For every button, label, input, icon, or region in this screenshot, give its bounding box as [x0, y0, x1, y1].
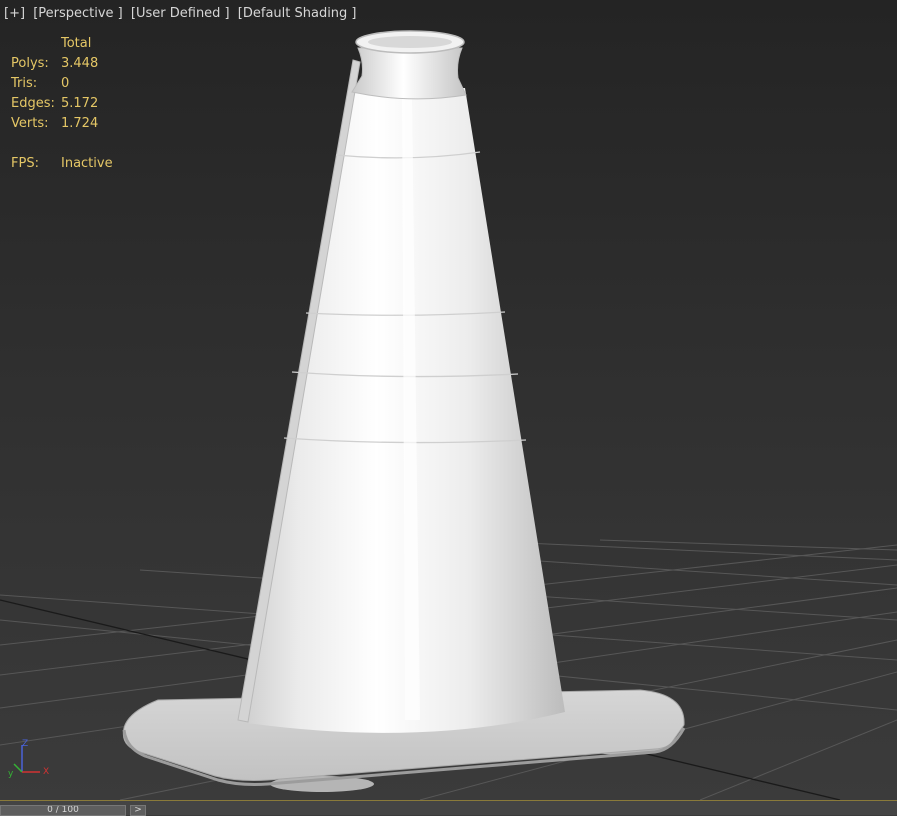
axis-z-label: Z — [22, 739, 28, 749]
viewport-shading-menu[interactable]: [Default Shading ] — [238, 6, 357, 21]
stats-value: 1.724 — [61, 116, 99, 131]
stats-label: Polys: — [11, 56, 49, 71]
viewport-view-menu[interactable]: [Perspective ] — [33, 6, 123, 21]
stats-row-polys: Polys: 3.448 — [11, 54, 113, 74]
stats-row-edges: Edges: 5.172 — [11, 94, 113, 114]
stats-header: Total — [61, 36, 92, 51]
statistics-overlay: Total Polys: 3.448 Tris: 0 Edges: 5.172 … — [11, 34, 113, 174]
stats-row-tris: Tris: 0 — [11, 74, 113, 94]
fps-label: FPS: — [11, 156, 39, 171]
stats-row-verts: Verts: 1.724 — [11, 114, 113, 134]
axis-x-label: X — [43, 767, 49, 777]
stats-value: 5.172 — [61, 96, 99, 111]
stats-label: Edges: — [11, 96, 55, 111]
viewport-label-menu: [+] [Perspective ] [User Defined ] [Defa… — [4, 6, 361, 21]
time-slider[interactable]: 0 / 100 — [0, 805, 126, 816]
stats-label: Tris: — [11, 76, 38, 91]
viewport-mode-menu[interactable]: [User Defined ] — [131, 6, 230, 21]
cone-neck — [351, 47, 467, 100]
fps-value: Inactive — [61, 156, 113, 171]
cone-top-opening — [368, 36, 452, 48]
timeline-bar: 0 / 100 > — [0, 800, 897, 816]
next-frame-button[interactable]: > — [130, 805, 146, 816]
stats-value: 3.448 — [61, 56, 99, 71]
stats-row-fps: FPS: Inactive — [11, 154, 113, 174]
traffic-cone-model[interactable] — [122, 30, 686, 792]
stats-value: 0 — [61, 76, 70, 91]
perspective-viewport[interactable]: Z y X [+] [Perspective ] [User Defined ]… — [0, 0, 897, 800]
axis-tripod: Z y X — [8, 739, 49, 779]
stats-label: Verts: — [11, 116, 49, 131]
viewport-plus-menu[interactable]: [+] — [4, 6, 25, 21]
axis-y-label: y — [8, 769, 14, 779]
viewport-scene[interactable]: Z y X — [0, 0, 897, 800]
